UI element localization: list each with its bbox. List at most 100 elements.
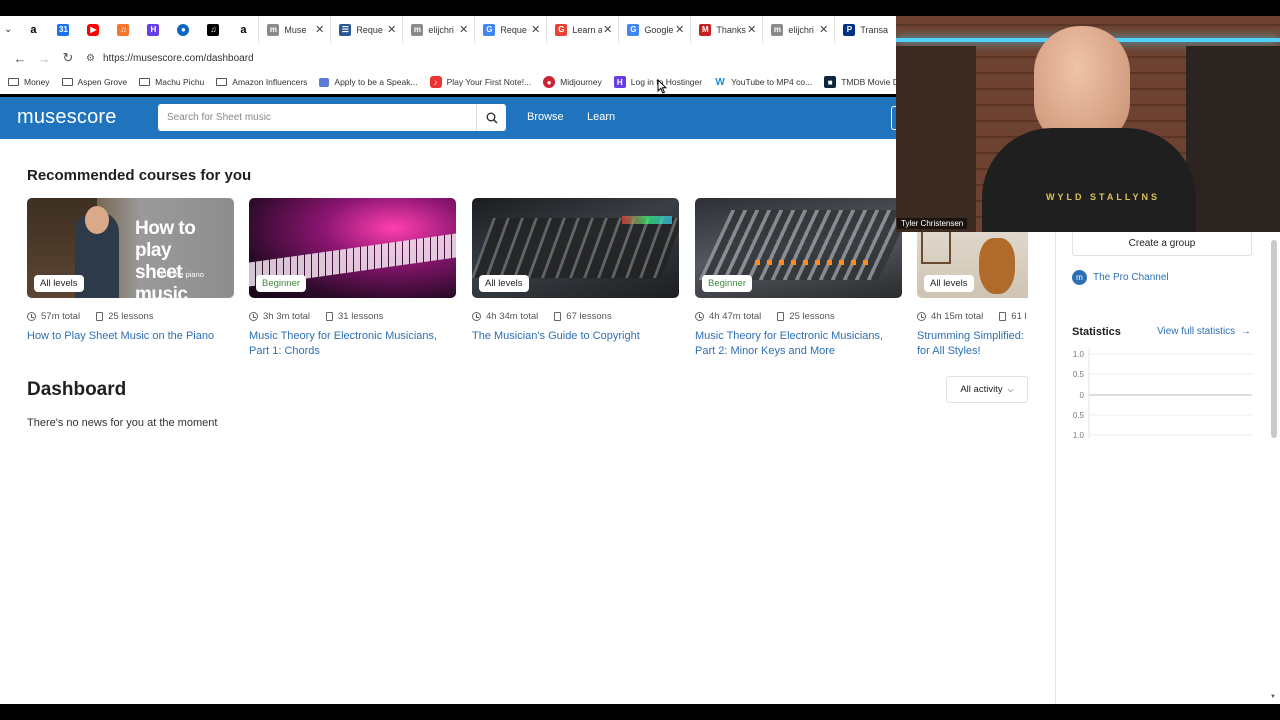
youtube-icon: ▶ <box>87 23 100 36</box>
course-meta: 4h 47m total 25 lessons <box>695 309 902 323</box>
search-button[interactable] <box>476 104 506 131</box>
pinned-tab-blue[interactable]: ● <box>168 16 198 43</box>
nav-learn[interactable]: Learn <box>587 111 615 123</box>
course-meta: 4h 15m total 61 l <box>917 309 1028 323</box>
tab-search-icon[interactable]: ⌄ <box>4 21 12 39</box>
tab-google[interactable]: G Google ✕ <box>618 16 690 43</box>
course-card[interactable]: All levels 4h 34m total 67 lessons The Mu… <box>472 198 679 344</box>
bookmark-youtube-mp4[interactable]: W YouTube to MP4 co... <box>714 76 812 88</box>
w-icon: W <box>714 76 727 88</box>
course-thumbnail[interactable]: How to play sheet music On the piano All … <box>27 198 234 298</box>
arrow-right-icon: → <box>1240 326 1251 337</box>
stats-axis-label: 1.0 <box>1073 431 1085 440</box>
main-content: Recommended courses for you How to play s… <box>0 139 1028 704</box>
tiktok-icon: ♫ <box>207 23 220 36</box>
course-title[interactable]: Strumming Simplified: for All Styles! <box>917 329 1028 359</box>
pinned-tab-tiktok[interactable]: ♫ <box>198 16 228 43</box>
tab-elijchri-2[interactable]: m elijchri ✕ <box>762 16 834 43</box>
search-input[interactable] <box>158 104 476 131</box>
search-icon <box>486 112 498 124</box>
nav-browse[interactable]: Browse <box>527 111 564 123</box>
mixer-image <box>472 218 679 278</box>
address-bar-row: ← → ↻ ⚙ https://musescore.com/dashboard <box>0 46 896 70</box>
pinned-tab-hostinger[interactable]: H <box>138 16 168 43</box>
tab-learn[interactable]: G Learn a ✕ <box>546 16 618 43</box>
forward-icon[interactable]: → <box>32 46 56 70</box>
hostinger-icon: H <box>613 76 626 88</box>
stats-axis-label: 0.5 <box>1073 411 1085 420</box>
musescore-logo[interactable]: musescore <box>17 106 117 129</box>
pinned-tab-amazon-2[interactable]: a <box>228 16 258 43</box>
url-field[interactable]: ⚙ https://musescore.com/dashboard <box>86 47 876 69</box>
clock-icon <box>249 311 258 321</box>
reload-icon[interactable]: ↻ <box>56 46 80 70</box>
tab-transactions[interactable]: P Transa <box>834 16 896 43</box>
form-icon: ☰ <box>339 23 352 36</box>
circle-app-icon: ● <box>177 23 190 36</box>
tab-request[interactable]: ☰ Reque ✕ <box>330 16 402 43</box>
music-icon: ♪ <box>429 76 442 88</box>
midjourney-icon: ● <box>543 76 556 88</box>
site-info-icon[interactable]: ⚙ <box>86 53 95 64</box>
paypal-icon: P <box>843 23 856 36</box>
bookmark-aspen-grove[interactable]: Aspen Grove <box>61 77 127 87</box>
tab-request-google[interactable]: G Reque ✕ <box>474 16 546 43</box>
tab-musescore[interactable]: m Muse ✕ <box>258 16 330 43</box>
tab-thanks[interactable]: M Thanks ✕ <box>690 16 762 43</box>
close-icon[interactable]: ✕ <box>387 23 396 36</box>
create-group-button[interactable]: Create a group <box>1072 232 1252 256</box>
sidebar-divider <box>1055 232 1056 704</box>
course-card[interactable]: Beginner 4h 47m total 25 lessons Music Th… <box>695 198 902 359</box>
close-icon[interactable]: ✕ <box>675 23 684 36</box>
bookmark-apply-speaker[interactable]: Apply to be a Speak... <box>319 77 418 87</box>
activity-filter-dropdown[interactable]: All activity ⌵ <box>946 376 1028 403</box>
bookmark-machu-pichu[interactable]: Machu Pichu <box>139 77 204 87</box>
lessons-icon <box>326 311 333 321</box>
bookmark-money[interactable]: Money <box>8 77 50 87</box>
url-text: https://musescore.com/dashboard <box>102 52 254 64</box>
close-icon[interactable]: ✕ <box>459 23 468 36</box>
pinned-tab-youtube[interactable]: ▶ <box>78 16 108 43</box>
scrollbar-thumb[interactable] <box>1271 240 1277 438</box>
stats-axis-label: 0.5 <box>1073 370 1085 379</box>
course-meta: 4h 34m total 67 lessons <box>472 309 679 323</box>
musescore-icon: m <box>267 23 280 36</box>
scroll-down-icon[interactable]: ▼ <box>1270 694 1276 700</box>
pinned-tab-orange[interactable]: ♫ <box>108 16 138 43</box>
browser-chrome: ⌄ a 31 ▶ ♫ H ● ♫ a m Muse ✕ ☰ Reque ✕ m elijc… <box>0 16 896 94</box>
person-shirt <box>982 128 1196 232</box>
tab-elijchri[interactable]: m elijchri ✕ <box>402 16 474 43</box>
course-title[interactable]: How to Play Sheet Music on the Piano <box>27 329 234 344</box>
close-icon[interactable]: ✕ <box>531 23 540 36</box>
bookmark-amazon-influencers[interactable]: Amazon Influencers <box>216 77 307 87</box>
course-thumbnail[interactable]: All levels <box>472 198 679 298</box>
pinned-tab-amazon[interactable]: a <box>18 16 48 43</box>
back-icon[interactable]: ← <box>8 46 32 70</box>
folder-icon <box>216 78 228 86</box>
folder-icon <box>61 78 73 86</box>
course-title[interactable]: Music Theory for Electronic Musicians, P… <box>249 329 456 359</box>
course-title[interactable]: The Musician's Guide to Copyright <box>472 329 679 344</box>
bookmark-midjourney[interactable]: ● Midjourney <box>543 76 602 88</box>
course-thumbnail[interactable]: Beginner <box>249 198 456 298</box>
course-card[interactable]: Beginner 3h 3m total 31 lessons Music The… <box>249 198 456 359</box>
close-icon[interactable]: ✕ <box>819 23 828 36</box>
bookmark-tmdb[interactable]: ■TMDB Movie Datab... <box>824 76 896 88</box>
course-thumbnail[interactable]: Beginner <box>695 198 902 298</box>
level-badge: All levels <box>924 275 974 292</box>
pinned-tab-calendar[interactable]: 31 <box>48 16 78 43</box>
tab-strip: ⌄ a 31 ▶ ♫ H ● ♫ a m Muse ✕ ☰ Reque ✕ m elijc… <box>0 16 896 43</box>
view-full-statistics-link[interactable]: View full statistics → <box>1157 326 1251 337</box>
bookmark-play-first-note[interactable]: ♪ Play Your First Note!... <box>429 76 531 88</box>
lessons-icon <box>554 311 562 321</box>
lessons-icon <box>777 311 785 321</box>
close-icon[interactable]: ✕ <box>315 23 324 36</box>
close-icon[interactable]: ✕ <box>747 23 756 36</box>
pro-channel-link[interactable]: m The Pro Channel <box>1072 270 1169 285</box>
course-title[interactable]: Music Theory for Electronic Musicians, P… <box>695 329 902 359</box>
mouse-cursor-icon <box>657 79 667 94</box>
search-bar <box>158 104 506 131</box>
close-icon[interactable]: ✕ <box>603 23 612 36</box>
course-card[interactable]: How to play sheet music On the piano All … <box>27 198 234 344</box>
scrollbar[interactable]: ▼ <box>1268 232 1280 704</box>
